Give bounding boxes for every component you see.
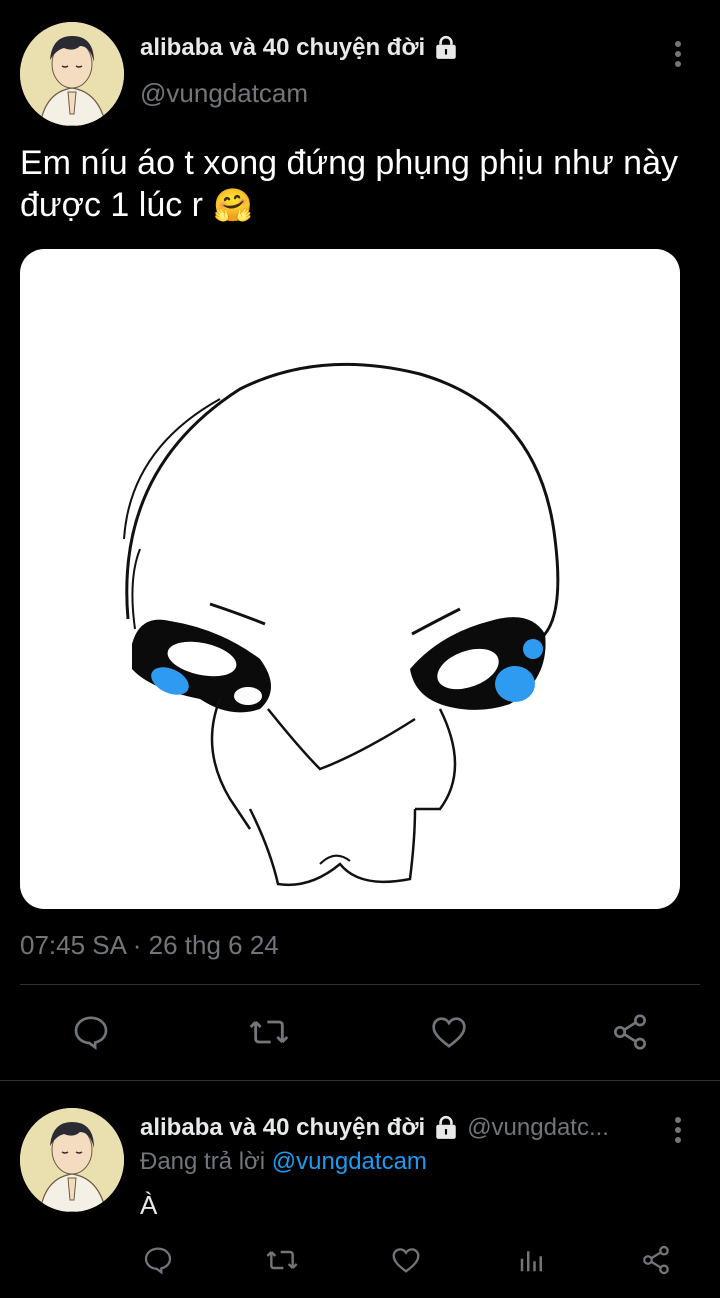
- reply-like-button[interactable]: [386, 1240, 426, 1280]
- more-vertical-icon[interactable]: [666, 1112, 690, 1152]
- lock-icon: [436, 1115, 456, 1139]
- share-icon: [643, 1245, 669, 1275]
- tweet-timestamp[interactable]: 07:45 SA · 26 thg 6 24: [20, 930, 279, 961]
- author-handle[interactable]: @vungdatcam: [140, 78, 308, 109]
- hugging-face-emoji: 🤗: [213, 187, 253, 223]
- tweet-text-line-1: Em níu áo t xong đứng phụng phịu như này: [20, 144, 678, 182]
- reply-reply-button[interactable]: [138, 1240, 178, 1280]
- reply-button[interactable]: [64, 1008, 118, 1056]
- retweet-button[interactable]: [242, 1008, 296, 1056]
- retweet-icon: [266, 1250, 298, 1270]
- like-icon: [432, 1017, 466, 1048]
- reply-analytics-button[interactable]: [512, 1240, 552, 1280]
- share-icon: [614, 1014, 646, 1050]
- like-icon: [392, 1248, 420, 1273]
- sketch-drawing: [123, 362, 560, 886]
- like-button[interactable]: [422, 1008, 476, 1056]
- more-vertical-icon[interactable]: [666, 36, 690, 76]
- reply-author-display-name[interactable]: alibaba và 40 chuyện đời: [140, 1114, 425, 1142]
- analytics-icon: [520, 1251, 542, 1272]
- reply-text: À: [140, 1190, 158, 1220]
- share-button[interactable]: [603, 1008, 657, 1056]
- avatar-image: [20, 22, 124, 126]
- reply-icon: [74, 1016, 108, 1050]
- reply-author-avatar[interactable]: [20, 1108, 124, 1212]
- retweet-icon: [249, 1020, 289, 1044]
- reply-icon: [144, 1247, 172, 1275]
- replying-to-mention[interactable]: @vungdatcam: [272, 1148, 427, 1175]
- tweet-media-image[interactable]: [20, 249, 680, 909]
- replying-to-line: Đang trả lời @vungdatcam: [140, 1148, 427, 1176]
- reply-retweet-button[interactable]: [262, 1240, 302, 1280]
- section-divider: [0, 1080, 720, 1081]
- reply-share-button[interactable]: [636, 1240, 676, 1280]
- reply-author-row[interactable]: alibaba và 40 chuyện đời @vungdatc...: [140, 1114, 660, 1142]
- tweet-text: Em níu áo t xong đứng phụng phịu như này…: [20, 142, 710, 226]
- avatar-image: [20, 1108, 124, 1212]
- reply-author-handle[interactable]: @vungdatc...: [467, 1114, 609, 1142]
- author-name-row[interactable]: alibaba và 40 chuyện đời: [140, 34, 459, 62]
- lock-icon: [436, 35, 456, 59]
- author-display-name[interactable]: alibaba và 40 chuyện đời: [140, 34, 425, 62]
- tweet-text-line-2: được 1 lúc r: [20, 186, 203, 224]
- replying-to-prefix: Đang trả lời: [140, 1148, 266, 1175]
- author-avatar[interactable]: [20, 22, 124, 126]
- divider: [20, 984, 700, 985]
